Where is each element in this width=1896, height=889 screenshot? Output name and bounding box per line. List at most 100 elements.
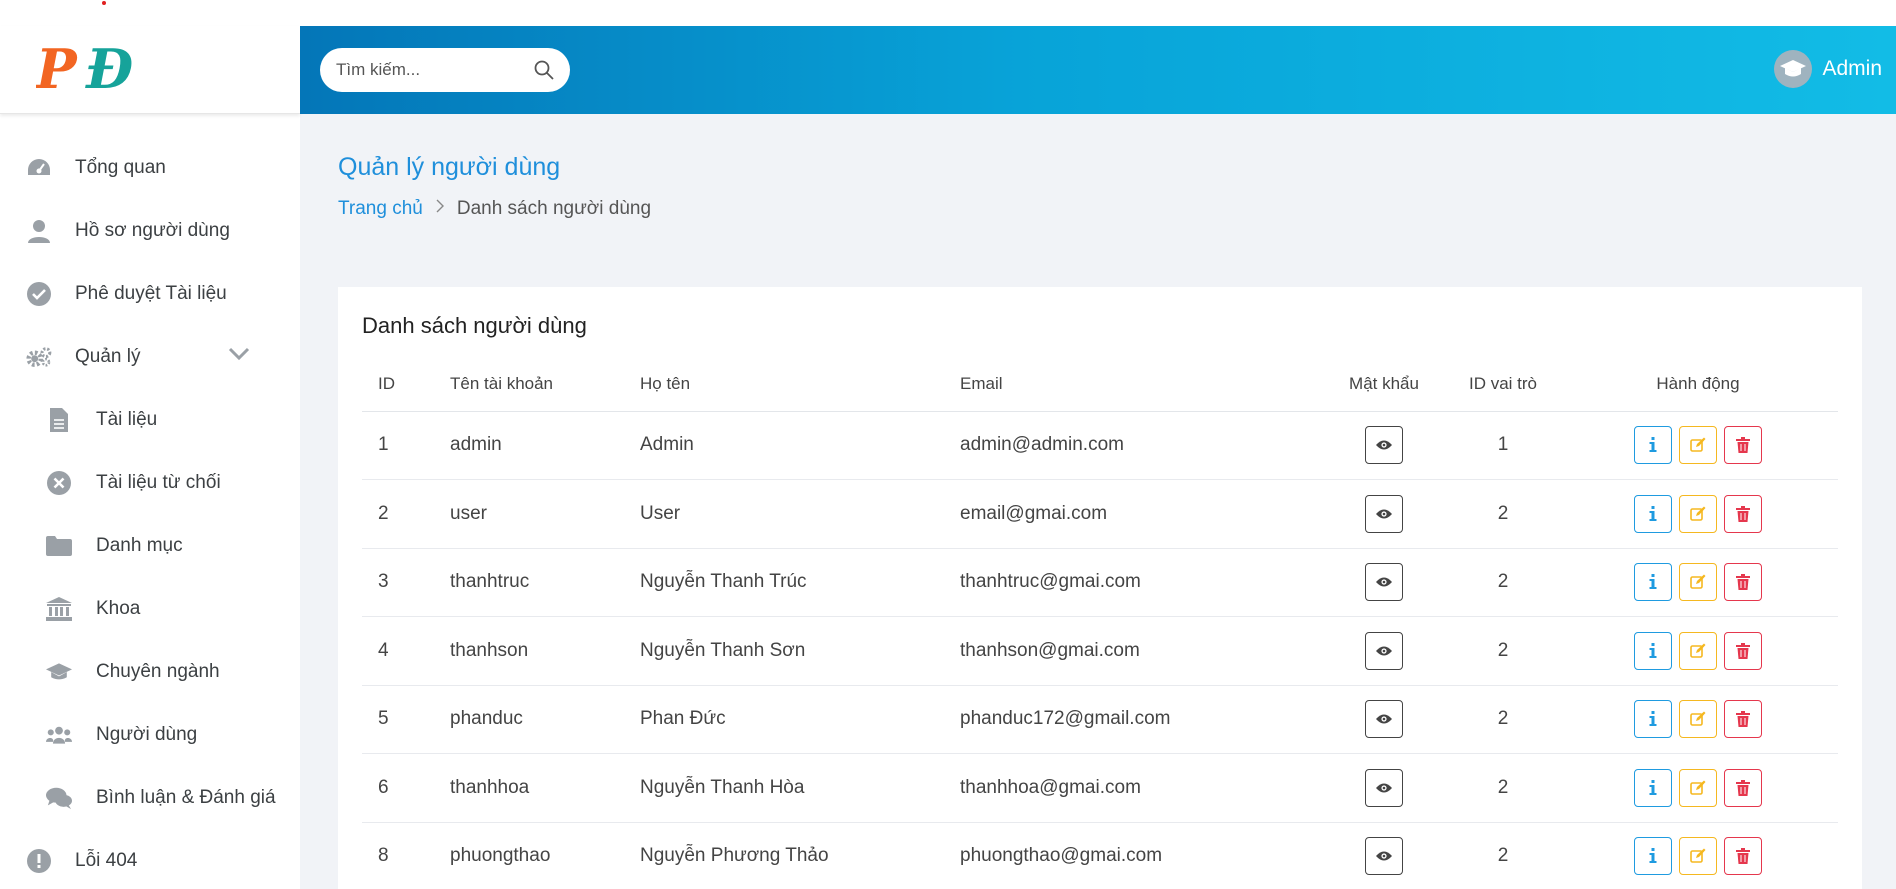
cell-username: admin xyxy=(450,411,640,480)
svg-text:P: P xyxy=(36,42,78,98)
cell-email: thanhtruc@gmai.com xyxy=(960,548,1320,617)
show-password-button[interactable] xyxy=(1365,426,1403,465)
edit-icon xyxy=(1690,643,1706,658)
sidebar-item-phe-duyet[interactable]: Phê duyệt Tài liệu xyxy=(0,262,300,325)
cell-email: thanhson@gmai.com xyxy=(960,616,1320,686)
gears-icon xyxy=(26,344,52,370)
info-button[interactable] xyxy=(1634,837,1672,876)
search-input[interactable] xyxy=(336,60,526,80)
delete-button[interactable] xyxy=(1724,768,1762,807)
cell-id: 3 xyxy=(362,548,450,617)
info-button[interactable] xyxy=(1634,563,1672,602)
edit-button[interactable] xyxy=(1679,768,1717,807)
sidebar-item-tong-quan[interactable]: Tổng quan xyxy=(0,136,300,199)
eye-icon xyxy=(1376,509,1392,519)
sidebar-item-nguoi-dung[interactable]: Người dùng xyxy=(0,703,300,766)
table-row: 1 admin Admin admin@admin.com 1 xyxy=(362,411,1838,480)
info-icon xyxy=(1649,437,1657,453)
edit-button[interactable] xyxy=(1679,426,1717,465)
info-button[interactable] xyxy=(1634,700,1672,739)
show-password-button[interactable] xyxy=(1365,837,1403,876)
cell-actions xyxy=(1558,685,1838,754)
chevron-down-icon[interactable] xyxy=(228,345,250,367)
edit-button[interactable] xyxy=(1679,563,1717,602)
cell-fullname: Nguyễn Thanh Hòa xyxy=(640,753,960,823)
cell-email: admin@admin.com xyxy=(960,411,1320,480)
cell-fullname: User xyxy=(640,479,960,549)
info-icon xyxy=(1649,711,1657,727)
app-logo[interactable]: P Đ xyxy=(34,37,154,103)
page-title: Quản lý người dùng xyxy=(338,153,561,181)
info-button[interactable] xyxy=(1634,494,1672,533)
sidebar-item-ho-so[interactable]: Hồ sơ người dùng xyxy=(0,199,300,262)
breadcrumb-home-link[interactable]: Trang chủ xyxy=(338,198,423,220)
delete-button[interactable] xyxy=(1724,631,1762,670)
card-title: Danh sách người dùng xyxy=(362,313,587,338)
sidebar-item-chuyen-nganh[interactable]: Chuyên ngành xyxy=(0,640,300,703)
info-button[interactable] xyxy=(1634,768,1672,807)
cell-password xyxy=(1320,616,1448,686)
cell-email: phuongthao@gmai.com xyxy=(960,822,1320,889)
action-group xyxy=(1634,768,1762,807)
sidebar-item-loi-404[interactable]: Lỗi 404 xyxy=(0,829,300,889)
breadcrumb: Trang chủ Danh sách người dùng xyxy=(338,198,651,220)
action-group xyxy=(1634,837,1762,876)
delete-button[interactable] xyxy=(1724,837,1762,876)
sidebar-item-danh-muc[interactable]: Danh mục xyxy=(0,514,300,577)
cell-id: 2 xyxy=(362,479,450,549)
cell-role-id: 2 xyxy=(1448,685,1558,754)
cell-role-id: 2 xyxy=(1448,479,1558,549)
university-icon xyxy=(46,596,72,622)
trash-icon xyxy=(1736,642,1750,659)
delete-button[interactable] xyxy=(1724,700,1762,739)
sidebar-item-tai-lieu[interactable]: Tài liệu xyxy=(0,388,300,451)
sidebar-item-label: Tài liệu xyxy=(96,408,158,430)
sidebar: P Đ Tổng quan Hồ sơ người dùng Phê duyệt… xyxy=(0,26,300,889)
sidebar-item-quan-ly[interactable]: Quản lý xyxy=(0,325,300,388)
show-password-button[interactable] xyxy=(1365,631,1403,670)
table-row: 2 user User email@gmai.com 2 xyxy=(362,479,1838,549)
cell-username: user xyxy=(450,479,640,549)
logo-area: P Đ xyxy=(0,26,300,114)
show-password-button[interactable] xyxy=(1365,494,1403,533)
exclamation-circle-icon xyxy=(26,848,52,874)
show-password-button[interactable] xyxy=(1365,700,1403,739)
sidebar-item-binh-luan[interactable]: Bình luận & Đánh giá xyxy=(0,766,300,829)
check-circle-icon xyxy=(26,281,52,307)
users-icon xyxy=(46,722,72,748)
edit-button[interactable] xyxy=(1679,631,1717,670)
eye-icon xyxy=(1376,646,1392,656)
times-circle-icon xyxy=(46,470,72,496)
sidebar-item-label: Tổng quan xyxy=(75,156,166,178)
sidebar-item-label: Chuyên ngành xyxy=(96,660,220,682)
cell-password xyxy=(1320,822,1448,889)
sidebar-item-label: Lỗi 404 xyxy=(75,849,138,871)
table-header-row: ID Tên tài khoản Họ tên Email Mật khẩu I… xyxy=(362,357,1838,412)
edit-button[interactable] xyxy=(1679,700,1717,739)
cell-username: phanduc xyxy=(450,685,640,754)
edit-button[interactable] xyxy=(1679,837,1717,876)
top-strip xyxy=(0,0,1896,26)
search-icon[interactable] xyxy=(534,60,554,85)
dashboard-icon xyxy=(26,155,52,181)
info-button[interactable] xyxy=(1634,426,1672,465)
edit-button[interactable] xyxy=(1679,494,1717,533)
cell-id: 6 xyxy=(362,753,450,823)
cell-role-id: 2 xyxy=(1448,822,1558,889)
sidebar-item-tai-lieu-tu-choi[interactable]: Tài liệu từ chối xyxy=(0,451,300,514)
user-menu[interactable]: Admin xyxy=(1774,50,1882,88)
delete-button[interactable] xyxy=(1724,494,1762,533)
info-button[interactable] xyxy=(1634,631,1672,670)
cell-role-id: 2 xyxy=(1448,548,1558,617)
cell-role-id: 2 xyxy=(1448,616,1558,686)
table-row: 6 thanhhoa Nguyễn Thanh Hòa thanhhoa@gma… xyxy=(362,753,1838,823)
sidebar-item-khoa[interactable]: Khoa xyxy=(0,577,300,640)
top-header: Admin xyxy=(300,26,1896,114)
show-password-button[interactable] xyxy=(1365,768,1403,807)
show-password-button[interactable] xyxy=(1365,563,1403,602)
delete-button[interactable] xyxy=(1724,426,1762,465)
action-group xyxy=(1634,563,1762,602)
cell-actions xyxy=(1558,548,1838,617)
delete-button[interactable] xyxy=(1724,563,1762,602)
svg-text:Đ: Đ xyxy=(85,42,133,98)
